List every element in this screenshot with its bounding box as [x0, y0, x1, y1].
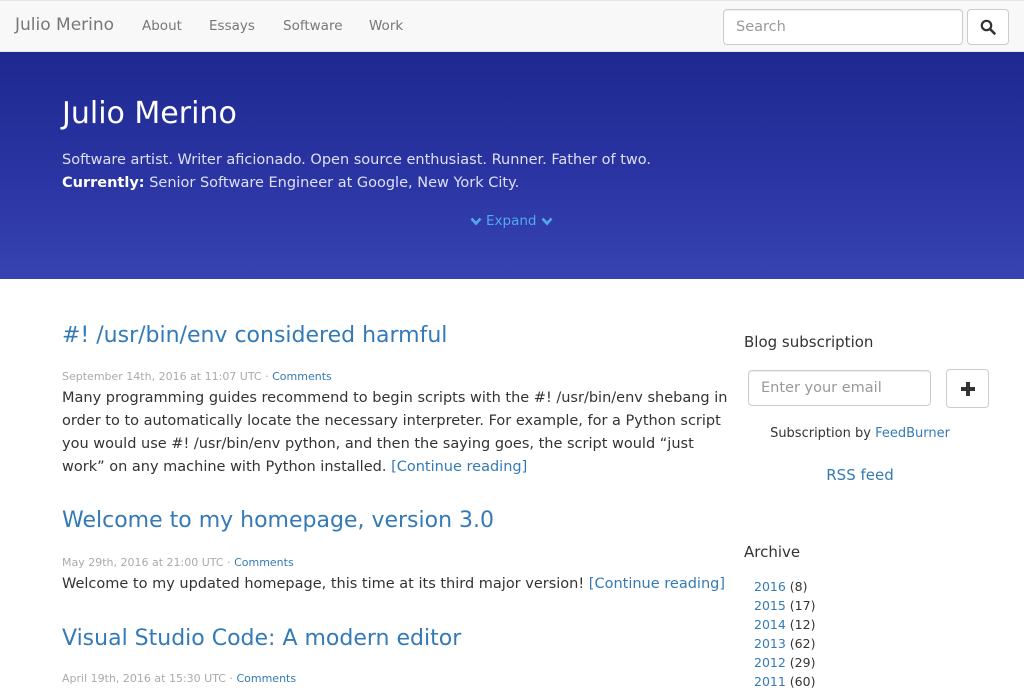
archive-count: (12) [789, 617, 816, 632]
archive-year-link[interactable]: 2015 [754, 598, 786, 613]
post-excerpt: Many programming guides recommend to beg… [62, 387, 734, 479]
archive-count: (62) [789, 636, 816, 651]
archive-item: 2015 (17) [754, 596, 815, 615]
post-title[interactable]: Welcome to my homepage, version 3.0 [62, 508, 494, 533]
archive-item: 2016 (8) [754, 577, 815, 596]
post-date: September 14th, 2016 at 11:07 UTC [62, 370, 262, 383]
nav-software[interactable]: Software [283, 18, 343, 34]
feedburner-link[interactable]: FeedBurner [875, 426, 950, 441]
post-meta: September 14th, 2016 at 11:07 UTC · Comm… [62, 370, 332, 383]
expand-label: Expand [486, 213, 537, 229]
post-meta: April 19th, 2016 at 15:30 UTC · Comments [62, 672, 297, 685]
subscription-heading: Blog subscription [744, 333, 874, 351]
archive-year-link[interactable]: 2016 [754, 579, 786, 594]
search-button[interactable] [967, 9, 1009, 45]
archive-count: (29) [789, 655, 816, 670]
rss-feed-link[interactable]: RSS feed [744, 466, 976, 484]
archive-count: (17) [789, 598, 816, 613]
archive-list: 2016 (8) 2015 (17) 2014 (12) 2013 (62) 2… [754, 577, 815, 691]
hero-tagline: Software artist. Writer aficionado. Open… [62, 152, 651, 168]
post-excerpt-text: Welcome to my updated homepage, this tim… [62, 576, 585, 592]
hero-currently: Currently: Senior Software Engineer at G… [62, 175, 519, 191]
hero-banner: Julio Merino Software artist. Writer afi… [0, 52, 1024, 279]
currently-text: Senior Software Engineer at Google, New … [149, 175, 520, 191]
top-navbar: Julio Merino About Essays Software Work [0, 0, 1024, 52]
post-excerpt: Welcome to my updated homepage, this tim… [62, 573, 734, 596]
subscribe-button[interactable] [946, 369, 989, 408]
search-input[interactable] [723, 9, 963, 45]
continue-reading-link[interactable]: [Continue reading] [391, 459, 527, 475]
comments-link[interactable]: Comments [234, 556, 294, 569]
post-meta: May 29th, 2016 at 21:00 UTC · Comments [62, 556, 294, 569]
archive-count: (8) [789, 579, 808, 594]
archive-year-link[interactable]: 2011 [754, 674, 786, 689]
archive-heading: Archive [744, 543, 801, 561]
plus-icon [960, 381, 975, 396]
currently-label: Currently: [62, 175, 145, 191]
comments-link[interactable]: Comments [272, 370, 332, 383]
post-date: April 19th, 2016 at 15:30 UTC [62, 672, 226, 685]
comments-link[interactable]: Comments [236, 672, 296, 685]
post-title[interactable]: Visual Studio Code: A modern editor [62, 626, 461, 651]
archive-year-link[interactable]: 2012 [754, 655, 786, 670]
archive-item: 2012 (29) [754, 653, 815, 672]
archive-year-link[interactable]: 2014 [754, 617, 786, 632]
post-date: May 29th, 2016 at 21:00 UTC [62, 556, 224, 569]
brand-link[interactable]: Julio Merino [15, 15, 114, 35]
nav-essays[interactable]: Essays [209, 18, 255, 34]
chevron-down-icon [470, 217, 482, 225]
email-field[interactable] [748, 370, 931, 406]
post-title[interactable]: #! /usr/bin/env considered harmful [62, 323, 447, 348]
archive-count: (60) [789, 674, 816, 689]
chevron-down-icon [541, 217, 552, 225]
nav-about[interactable]: About [142, 18, 182, 34]
continue-reading-link[interactable]: [Continue reading] [589, 576, 725, 592]
archive-item: 2014 (12) [754, 615, 815, 634]
archive-item: 2013 (62) [754, 634, 815, 653]
expand-link[interactable]: Expand [470, 213, 553, 229]
subscription-by-label: Subscription by [770, 426, 871, 441]
archive-year-link[interactable]: 2013 [754, 636, 786, 651]
search-icon [980, 19, 996, 35]
archive-item: 2011 (60) [754, 672, 815, 691]
subscription-by: Subscription by FeedBurner [744, 426, 976, 441]
nav-work[interactable]: Work [369, 18, 403, 34]
hero-title: Julio Merino [62, 96, 237, 131]
